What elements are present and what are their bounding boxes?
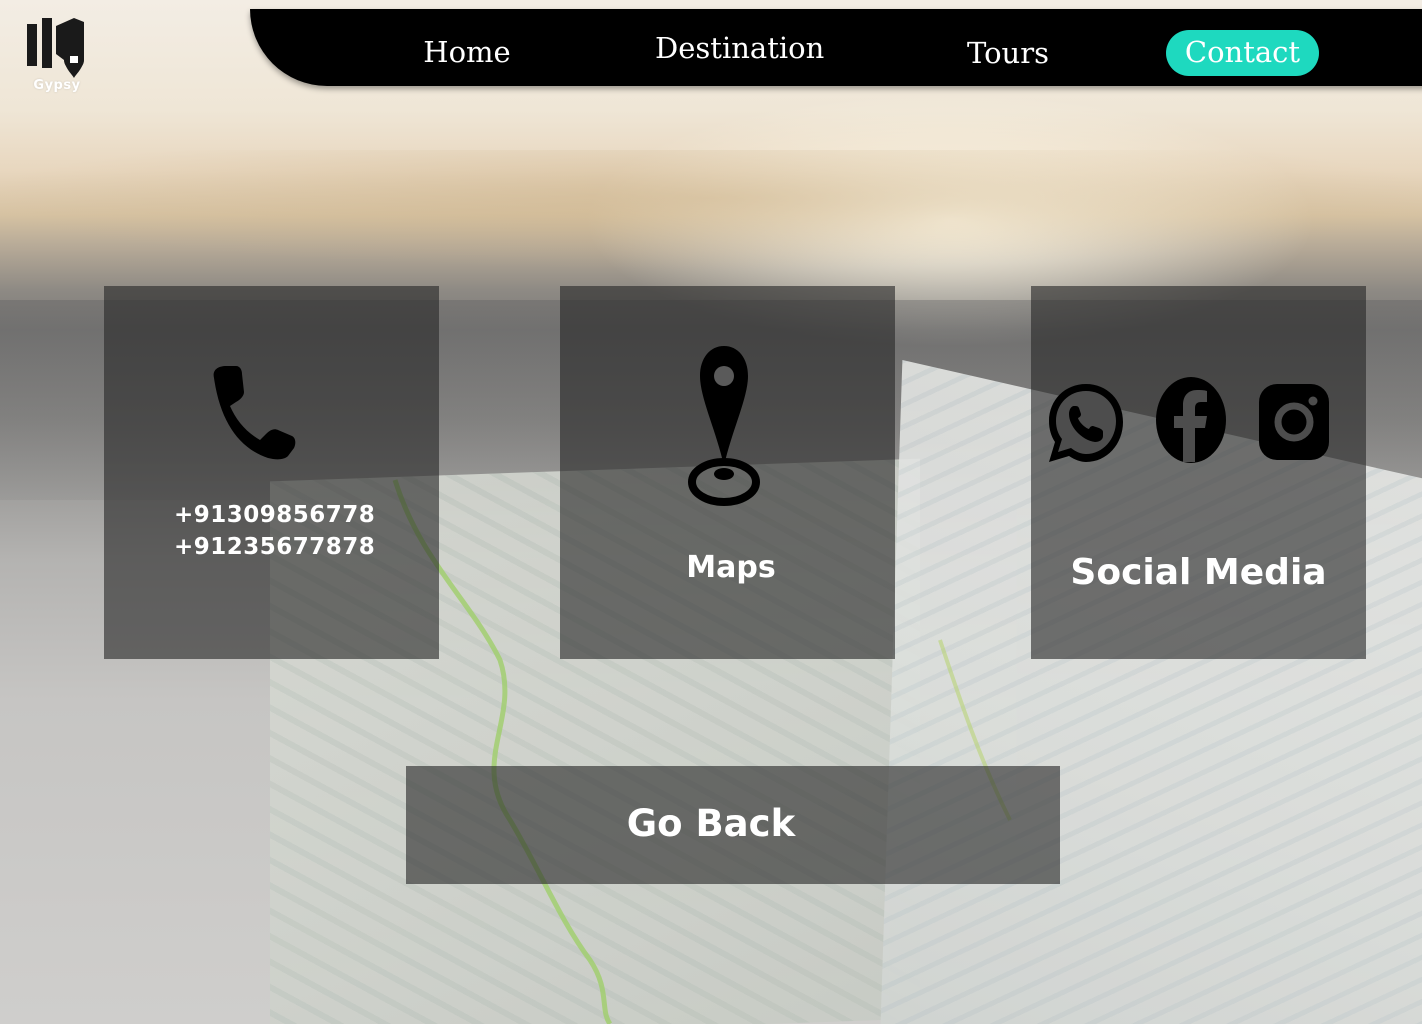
map-pin-icon	[688, 346, 760, 506]
go-back-button[interactable]: Go Back	[406, 766, 1060, 884]
maps-label: Maps	[686, 550, 776, 585]
maps-card[interactable]: Maps	[560, 286, 895, 659]
go-back-label: Go Back	[626, 802, 796, 845]
nav-destination-link[interactable]: Destination	[655, 28, 824, 68]
instagram-icon[interactable]	[1258, 383, 1330, 461]
facebook-icon[interactable]	[1155, 376, 1227, 464]
phone-number-2[interactable]: +91235677878	[174, 534, 375, 560]
brand-logo-text: Gypsy	[33, 78, 81, 93]
phone-card: +91309856778 +91235677878	[104, 286, 439, 659]
phone-icon	[213, 366, 296, 460]
nav-home-link[interactable]: Home	[422, 32, 512, 72]
nav-contact-link[interactable]: Contact	[1166, 30, 1319, 76]
phone-number-1[interactable]: +91309856778	[174, 502, 375, 528]
social-media-label: Social Media	[1070, 552, 1327, 593]
nav-tours-link[interactable]: Tours	[966, 33, 1050, 73]
social-media-card: Social Media	[1031, 286, 1366, 659]
top-navbar: Home Destination Tours Contact	[250, 9, 1422, 86]
whatsapp-icon[interactable]	[1047, 382, 1125, 464]
